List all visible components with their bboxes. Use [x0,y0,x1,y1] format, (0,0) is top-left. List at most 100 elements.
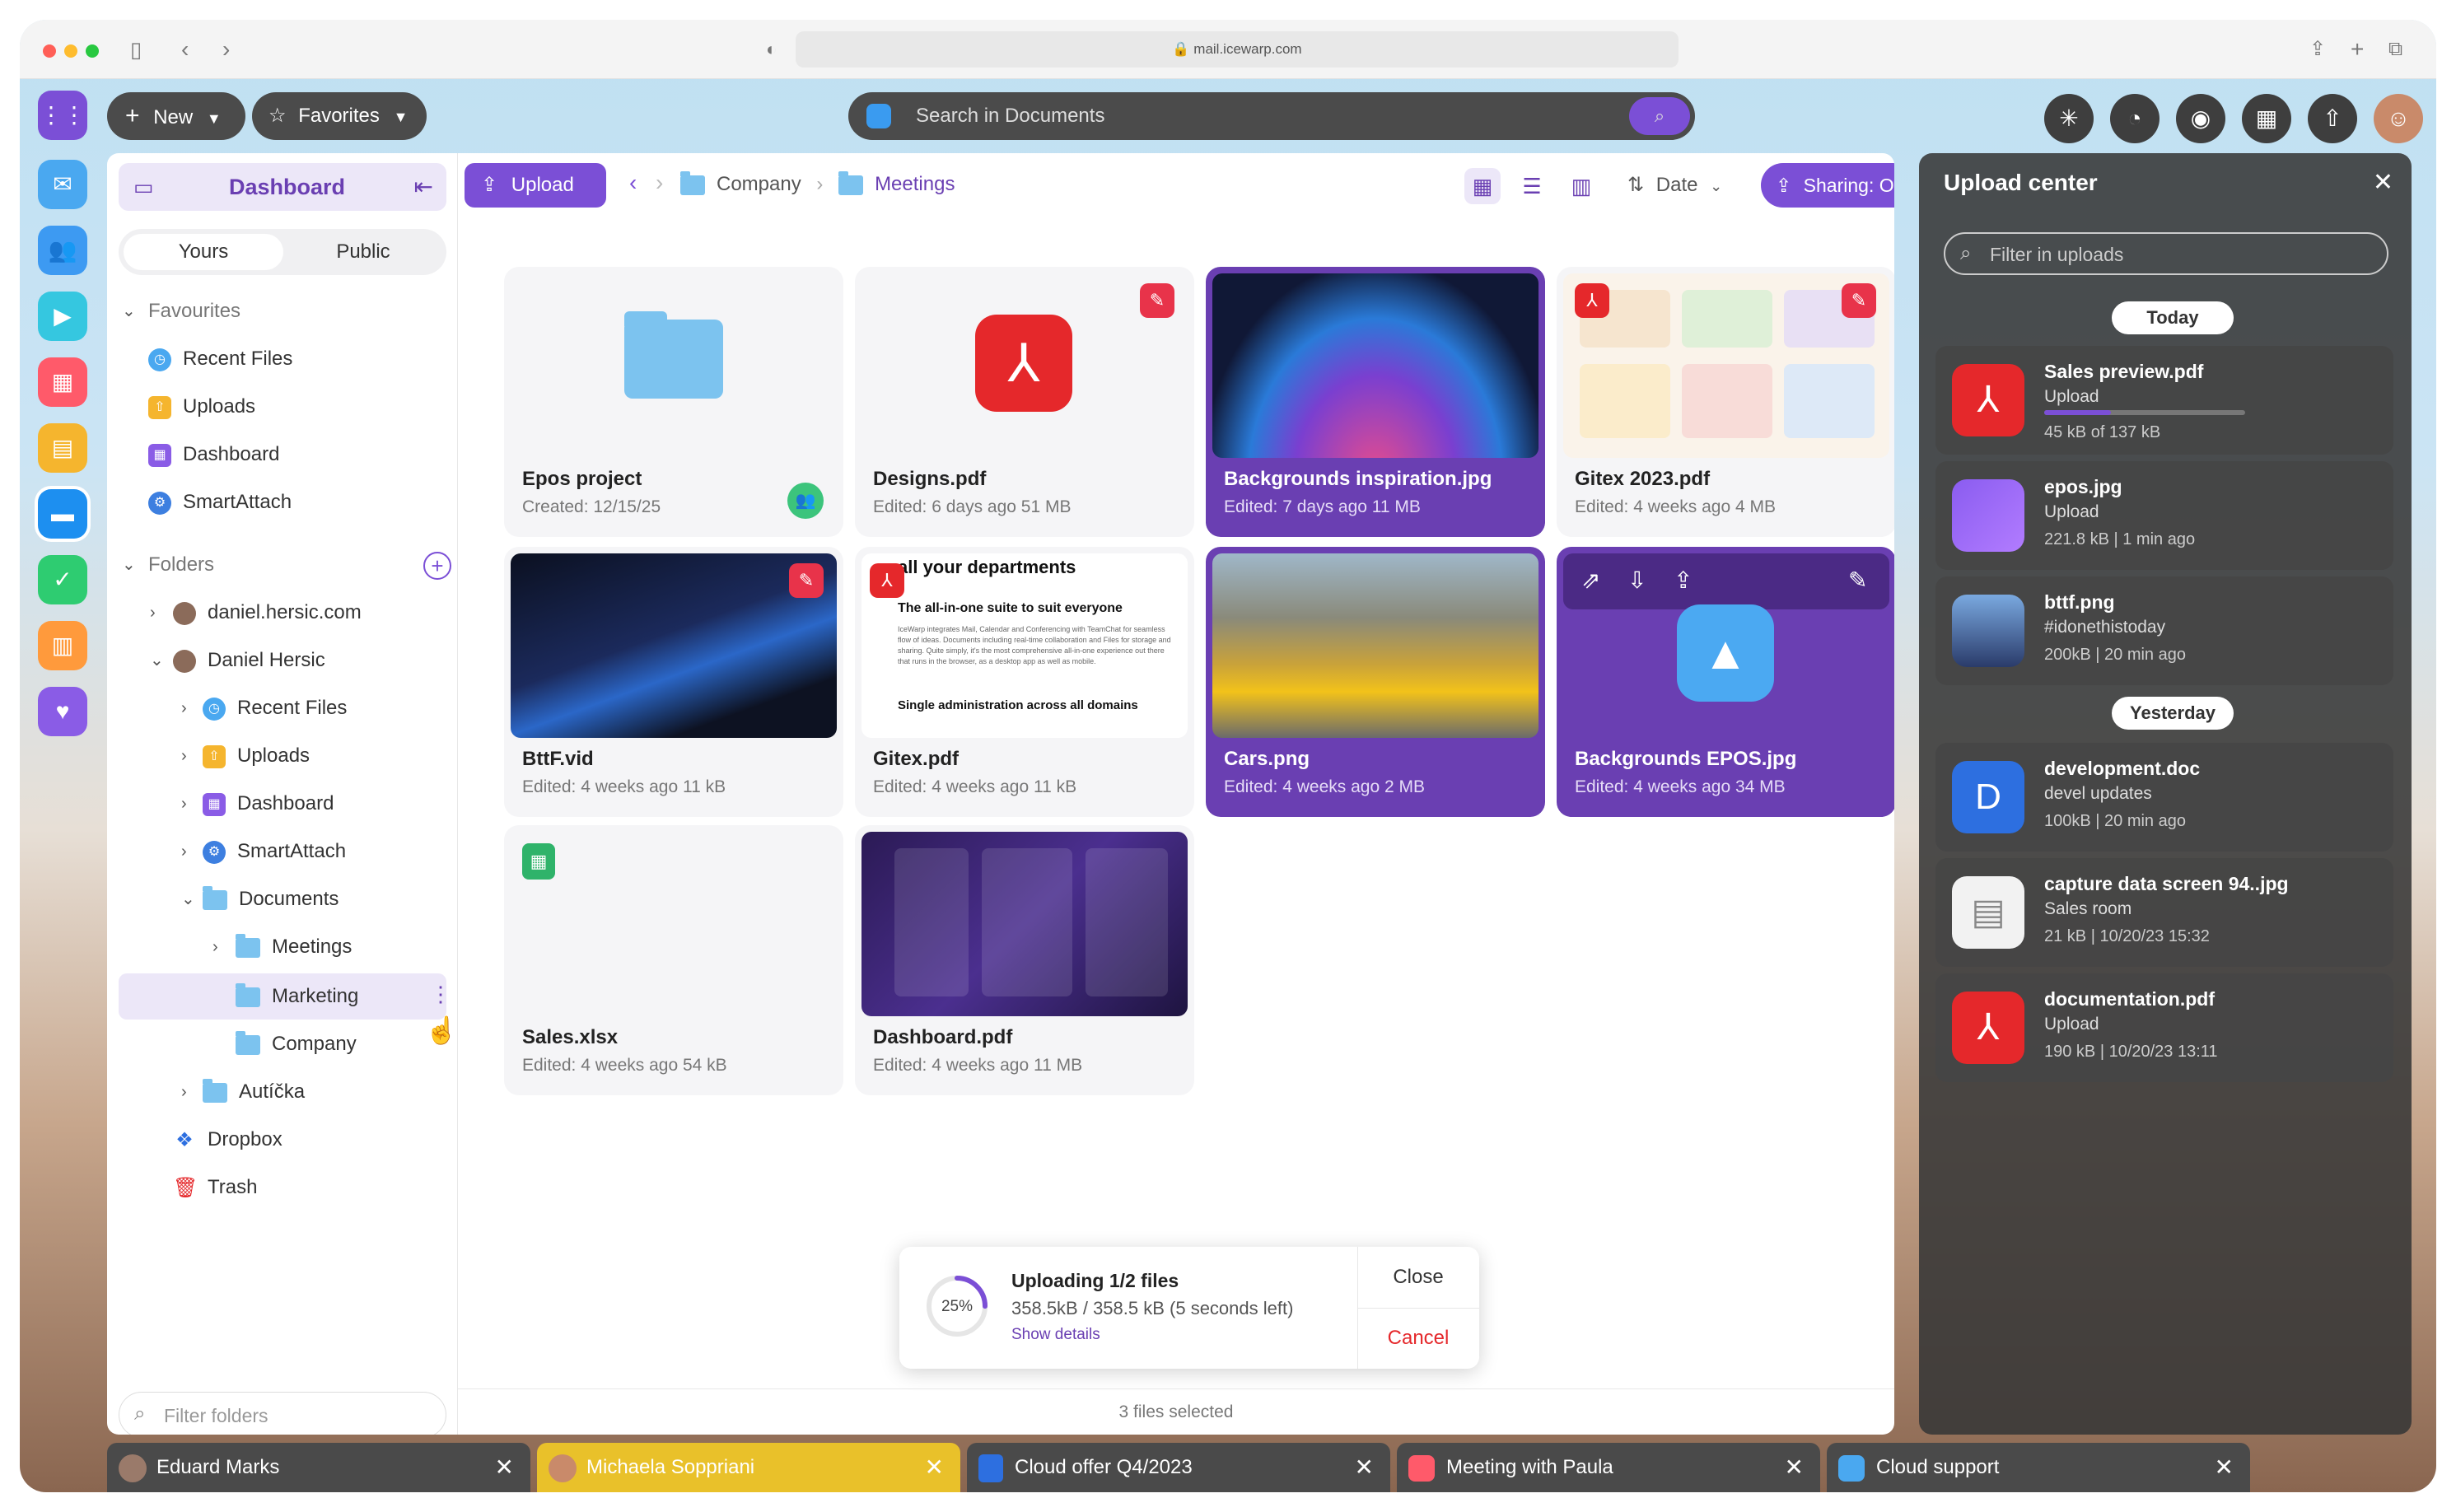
notes-app-icon[interactable]: ▤ [38,423,87,473]
file-card-designs-pdf[interactable]: ⅄ ✎ Designs.pdf Edited: 6 days ago 51 MB [855,267,1194,537]
upload-item[interactable]: D development.doc devel updates 100kB | … [1935,743,2393,852]
filter-folders-field[interactable]: ⌕ Filter folders [119,1392,446,1435]
close-icon[interactable]: ✕ [495,1443,514,1492]
file-card-dashboard-pdf[interactable]: Dashboard.pdf Edited: 4 weeks ago 11 MB [855,825,1194,1095]
calendar-icon[interactable]: ▦ [2242,94,2291,143]
sidebar-toggle-icon[interactable]: ▯ [130,38,142,61]
upload-item[interactable]: epos.jpg Upload 221.8 kB | 1 min ago [1935,461,2393,570]
file-card-sales-xlsx[interactable]: ▦ Sales.xlsx Edited: 4 weeks ago 54 kB [504,825,843,1095]
sharing-toggle-button[interactable]: ⇪ Sharing: Off [1761,163,1894,208]
open-external-icon[interactable]: ⇗ [1581,567,1600,594]
sidebar-item-smartattach[interactable]: ⚙ SmartAttach [148,484,292,520]
chevron-right-icon[interactable]: › [181,786,187,822]
forward-icon[interactable]: › [222,38,230,61]
tree-item-dropbox[interactable]: ❖ Dropbox [173,1122,282,1158]
tree-item-smartattach[interactable]: ⚙ SmartAttach [203,833,346,870]
chevron-right-icon[interactable]: › [212,929,218,965]
conference-app-icon[interactable]: ▶ [38,292,87,341]
chevron-right-icon[interactable]: › [181,833,187,870]
columns-view-icon[interactable]: ▥ [1563,168,1599,204]
search-input[interactable]: Search in Documents [916,92,1104,140]
sidebar-item-dashboard[interactable]: ▦ Dashboard [148,436,279,473]
search-bar[interactable]: Search in Documents ⌕ [848,92,1695,140]
list-view-icon[interactable]: ☰ [1514,168,1550,204]
favourites-section-title[interactable]: Favourites [148,293,240,329]
upload-icon[interactable]: ⇧ [2308,94,2357,143]
tree-item-meetings[interactable]: Meetings [236,929,352,965]
add-folder-icon[interactable]: + [423,552,451,580]
address-bar[interactable]: 🔒 mail.icewarp.com [796,31,1679,68]
back-icon[interactable]: ‹ [629,170,637,196]
folders-section-title[interactable]: Folders [148,547,214,583]
chevron-right-icon[interactable]: › [181,738,187,774]
tasks-app-icon[interactable]: ✓ [38,555,87,604]
close-icon[interactable]: ✕ [2373,168,2393,197]
tree-item-recent-files[interactable]: ◷ Recent Files [203,690,347,726]
download-icon[interactable]: ⇩ [1627,567,1646,594]
public-tab[interactable]: Public [283,234,443,270]
edit-icon[interactable]: ✎ [1848,567,1867,594]
documents-app-icon[interactable]: ▬ [38,489,87,539]
sort-dropdown[interactable]: ⇅ Date ⌄ [1627,173,1722,197]
chevron-down-icon[interactable]: ⌄ [122,293,136,329]
chevron-right-icon[interactable]: › [150,595,156,631]
sidebar-item-uploads[interactable]: ⇧ Uploads [148,389,255,425]
favorites-button[interactable]: ☆ Favorites ▼ [252,92,427,140]
forward-icon[interactable]: › [656,170,663,196]
sidebar-item-recent-files[interactable]: ◷ Recent Files [148,341,292,377]
breadcrumb-company[interactable]: Company [717,173,801,195]
upload-item[interactable]: ⅄ Sales preview.pdf Upload 45 kB of 137 … [1935,346,2393,455]
filter-uploads-input[interactable]: Filter in uploads [1990,244,2123,266]
tree-item-auticka[interactable]: Autíčka [203,1074,305,1110]
file-card-backgrounds-epos[interactable]: ⇗ ⇩ ⇪ ✎ ▲ Backgrounds EPOS.jpg Edited: 4… [1557,547,1894,817]
dashboard-header[interactable]: ▭ Dashboard ⇤ [119,163,446,211]
messages-icon[interactable]: ◉ [2176,94,2225,143]
close-icon[interactable]: ✕ [2215,1443,2234,1492]
file-card-gitex-pdf[interactable]: all your departments The all-in-one suit… [855,547,1194,817]
edit-badge-icon[interactable]: ✎ [789,563,824,598]
file-card-backgrounds-inspiration[interactable]: Backgrounds inspiration.jpg Edited: 7 da… [1206,267,1545,537]
minimize-window-button[interactable] [64,44,77,58]
account-daniel-hersic[interactable]: Daniel Hersic [173,642,325,679]
avatar[interactable]: ☺ [2374,94,2423,143]
toast-close-button[interactable]: Close [1357,1247,1479,1308]
close-icon[interactable]: ✕ [925,1443,944,1492]
tree-item-company[interactable]: Company [236,1026,357,1062]
taskbar-tab[interactable]: Meeting with Paula ✕ [1397,1443,1820,1492]
yours-tab[interactable]: Yours [124,234,283,270]
tree-item-uploads[interactable]: ⇧ Uploads [203,738,310,774]
edit-badge-icon[interactable]: ✎ [1842,283,1876,318]
more-options-icon[interactable]: ⋮ [430,982,451,1007]
file-card-epos-project[interactable]: Epos project Created: 12/15/25 👥 [504,267,843,537]
new-button[interactable]: + New ▼ [107,92,245,140]
show-details-link[interactable]: Show details [1011,1326,1100,1344]
close-window-button[interactable] [43,44,56,58]
share-icon[interactable]: ⇪ [1674,567,1693,594]
collapse-sidebar-icon[interactable]: ⇤ [414,173,433,200]
upload-item[interactable]: bttf.png #idonethistoday 200kB | 20 min … [1935,576,2393,685]
tabs-overview-icon[interactable]: ⧉ [2388,38,2402,61]
breadcrumb-meetings[interactable]: Meetings [875,173,955,195]
close-icon[interactable]: ✕ [1355,1443,1374,1492]
taskbar-tab[interactable]: Cloud offer Q4/2023 ✕ [967,1443,1390,1492]
mail-app-icon[interactable]: ✉ [38,160,87,209]
teamchat-app-icon[interactable]: ♥ [38,687,87,736]
file-card-cars-png[interactable]: Cars.png Edited: 4 weeks ago 2 MB [1206,547,1545,817]
upload-button[interactable]: ⇪ Upload [465,163,606,208]
edit-badge-icon[interactable]: ✎ [1140,283,1174,318]
chevron-down-icon[interactable]: ⌄ [181,881,195,917]
tree-item-trash[interactable]: 🗑 Trash [173,1169,257,1206]
zoom-window-button[interactable] [86,44,99,58]
upload-item[interactable]: ⅄ documentation.pdf Upload 190 kB | 10/2… [1935,973,2393,1082]
search-icon[interactable]: ⌕ [1629,97,1690,135]
back-icon[interactable]: ‹ [181,38,189,61]
filter-uploads-field[interactable]: ⌕ Filter in uploads [1944,232,2388,275]
chevron-down-icon[interactable]: ⌄ [150,642,164,679]
upload-item[interactable]: ▤ capture data screen 94..jpg Sales room… [1935,858,2393,967]
apps-grid-icon[interactable]: ⋮⋮ [38,91,87,140]
tree-item-marketing[interactable]: Marketing [236,978,358,1015]
contacts-app-icon[interactable]: 👥 [38,226,87,275]
close-icon[interactable]: ✕ [1785,1443,1804,1492]
taskbar-tab[interactable]: Eduard Marks ✕ [107,1443,530,1492]
tree-item-dashboard[interactable]: ▦ Dashboard [203,786,334,822]
